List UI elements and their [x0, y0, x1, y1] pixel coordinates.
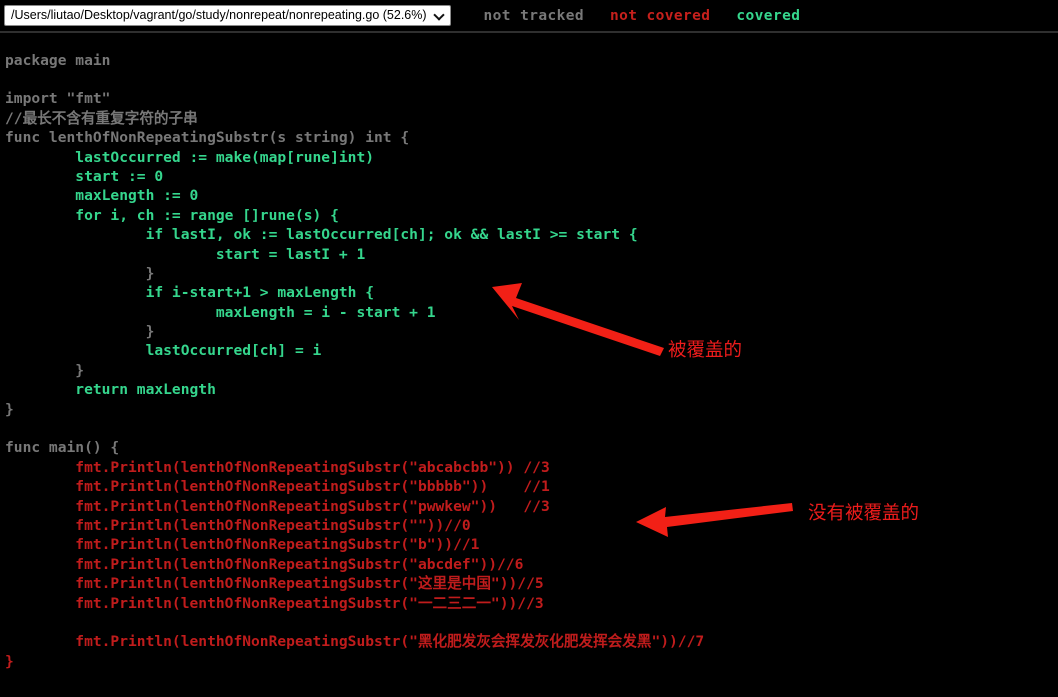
code-line: func main() {	[5, 439, 120, 457]
code-line: fmt.Println(lenthOfNonRepeatingSubstr("这…	[5, 575, 544, 593]
legend-item-not-covered: not covered	[609, 7, 711, 24]
code-line: }	[5, 361, 85, 379]
code-line: fmt.Println(lenthOfNonRepeatingSubstr("a…	[5, 555, 524, 573]
coverage-legend: not tracked not covered covered	[484, 8, 801, 24]
legend-item-covered: covered	[736, 7, 801, 24]
annotation-label-covered: 被覆盖的	[668, 340, 743, 361]
code-line: func lenthOfNonRepeatingSubstr(s string)…	[5, 129, 410, 147]
code-line: fmt.Println(lenthOfNonRepeatingSubstr("黑…	[5, 633, 705, 651]
annotation-label-not-covered: 没有被覆盖的	[808, 503, 920, 524]
code-line: }	[5, 652, 14, 670]
code-line: maxLength := 0	[5, 187, 199, 205]
code-line: start := 0	[5, 167, 164, 185]
code-line: import "fmt"	[5, 90, 111, 108]
code-line: fmt.Println(lenthOfNonRepeatingSubstr("b…	[5, 478, 550, 496]
code-line: //最长不含有重复字符的子串	[5, 109, 198, 127]
toolbar-divider	[0, 31, 1058, 33]
annotation-arrow-not-covered	[636, 503, 793, 537]
code-line: fmt.Println(lenthOfNonRepeatingSubstr("一…	[5, 594, 544, 612]
annotation-arrow-covered	[492, 283, 664, 356]
code-line: lastOccurred := make(map[rune]int)	[5, 148, 375, 166]
chevron-down-icon	[434, 10, 445, 21]
code-line: fmt.Println(lenthOfNonRepeatingSubstr("a…	[5, 458, 550, 476]
code-line: fmt.Println(lenthOfNonRepeatingSubstr("b…	[5, 536, 480, 554]
code-line: package main	[5, 51, 111, 69]
file-select-dropdown[interactable]: /Users/liutao/Desktop/vagrant/go/study/n…	[4, 5, 451, 26]
code-line: }	[5, 400, 14, 418]
code-line: start = lastI + 1	[5, 245, 366, 263]
toolbar: /Users/liutao/Desktop/vagrant/go/study/n…	[0, 0, 1058, 31]
code-line: if lastI, ok := lastOccurred[ch]; ok && …	[5, 226, 638, 244]
legend-item-not-tracked: not tracked	[483, 7, 584, 24]
file-select-value: /Users/liutao/Desktop/vagrant/go/study/n…	[11, 8, 427, 22]
code-line: return maxLength	[5, 381, 216, 399]
code-line: for i, ch := range []rune(s) {	[5, 206, 339, 224]
